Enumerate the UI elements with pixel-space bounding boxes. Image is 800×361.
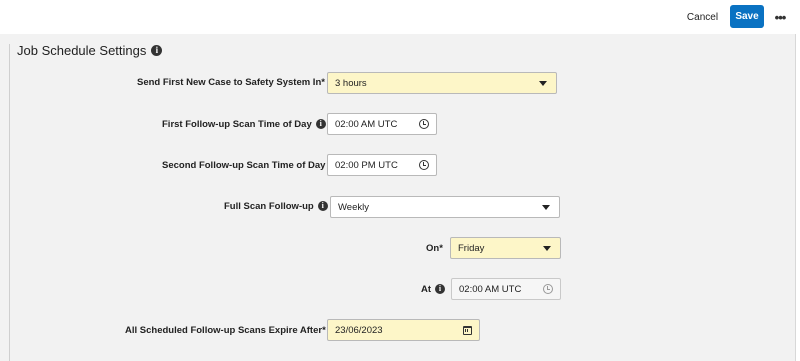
first-followup-label: First Follow-up Scan Time of Day i <box>162 117 326 131</box>
ellipsis-icon: ••• <box>774 9 787 25</box>
send-first-label: Send First New Case to Safety System In* <box>137 75 325 89</box>
expire-after-label-text: All Scheduled Follow-up Scans Expire Aft… <box>125 324 326 336</box>
on-label: On* <box>426 241 443 255</box>
top-toolbar: Cancel Save ••• <box>0 0 800 34</box>
send-first-label-text: Send First New Case to Safety System In* <box>137 76 325 88</box>
section-title-text: Job Schedule Settings <box>17 42 147 58</box>
at-value: 02:00 AM UTC <box>459 283 522 295</box>
send-first-value: 3 hours <box>335 77 367 89</box>
on-value: Friday <box>458 242 485 254</box>
expire-after-date-field[interactable]: 23/06/2023 <box>327 319 480 341</box>
on-day-dropdown[interactable]: Friday <box>450 237 561 259</box>
info-icon[interactable]: i <box>315 119 326 129</box>
expire-after-label: All Scheduled Follow-up Scans Expire Aft… <box>125 323 326 337</box>
full-scan-label: Full Scan Follow-up i <box>224 199 328 213</box>
save-button[interactable]: Save <box>730 5 764 28</box>
scrollbar-thumb[interactable] <box>795 34 796 361</box>
section-title: Job Schedule Settings i <box>17 42 163 58</box>
expire-after-value: 23/06/2023 <box>335 324 383 336</box>
second-followup-value: 02:00 PM UTC <box>335 159 398 171</box>
more-options-button[interactable]: ••• <box>771 7 789 27</box>
cancel-button[interactable]: Cancel <box>680 6 725 28</box>
first-followup-label-text: First Follow-up Scan Time of Day <box>162 118 312 130</box>
second-followup-label-text: Second Follow-up Scan Time of Day <box>162 159 326 171</box>
full-scan-label-text: Full Scan Follow-up <box>224 200 314 212</box>
first-followup-time-field[interactable]: 02:00 AM UTC <box>327 113 437 135</box>
at-time-field[interactable]: 02:00 AM UTC <box>451 278 561 300</box>
first-followup-value: 02:00 AM UTC <box>335 118 398 130</box>
clock-icon[interactable] <box>543 284 553 294</box>
clock-icon[interactable] <box>419 119 429 129</box>
info-icon[interactable]: i <box>435 284 446 294</box>
clock-icon[interactable] <box>419 160 429 170</box>
at-label: At i <box>421 282 446 296</box>
info-icon[interactable]: i <box>151 44 163 56</box>
info-icon[interactable]: i <box>317 201 328 211</box>
calendar-icon[interactable] <box>463 325 472 335</box>
at-label-text: At <box>421 283 432 295</box>
chevron-down-icon <box>542 204 550 210</box>
scrollbar[interactable] <box>795 34 800 361</box>
full-scan-value: Weekly <box>338 201 369 213</box>
send-first-dropdown[interactable]: 3 hours <box>327 72 557 94</box>
chevron-down-icon <box>539 80 547 86</box>
panel-divider <box>9 44 10 361</box>
second-followup-time-field[interactable]: 02:00 PM UTC <box>327 154 437 176</box>
chevron-down-icon <box>543 245 551 251</box>
full-scan-dropdown[interactable]: Weekly <box>330 196 560 218</box>
second-followup-label: Second Follow-up Scan Time of Day <box>162 158 325 172</box>
on-label-text: On* <box>426 242 443 254</box>
